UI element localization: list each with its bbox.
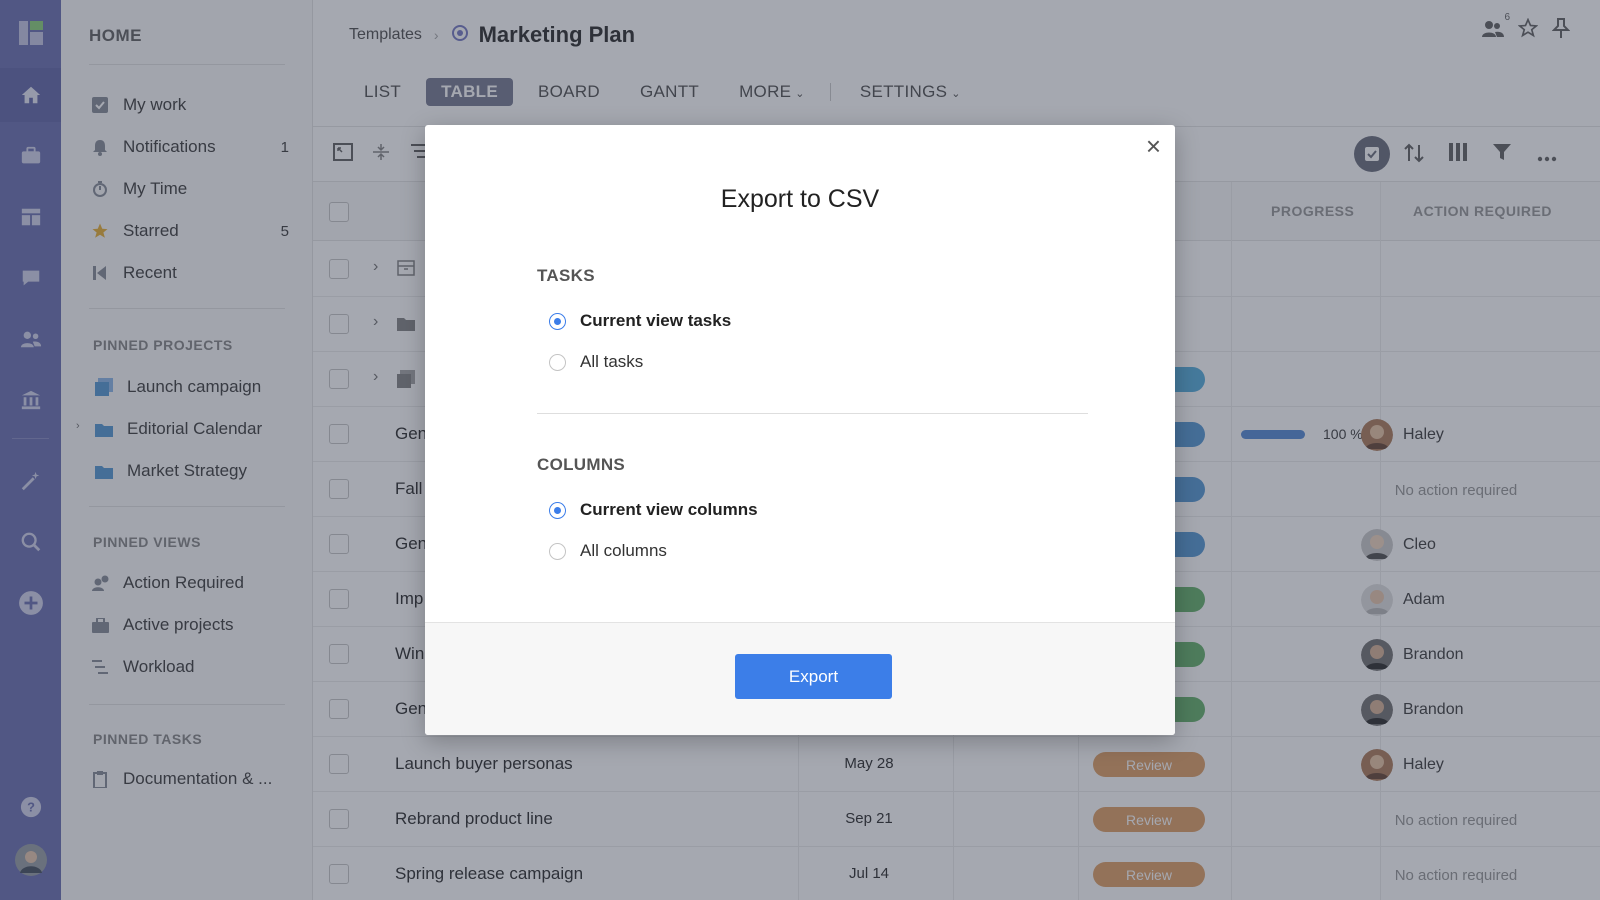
export-button[interactable]: Export	[735, 654, 892, 699]
tasks-section-header: TASKS	[537, 266, 595, 285]
radio-button[interactable]	[549, 353, 566, 371]
radio-button-selected[interactable]	[549, 501, 566, 519]
option-label: All tasks	[580, 352, 644, 371]
option-all-columns[interactable]: All columns	[549, 541, 667, 561]
radio-button[interactable]	[549, 542, 566, 560]
option-label: Current view columns	[580, 500, 758, 519]
close-icon[interactable]: ×	[1146, 133, 1161, 159]
dialog-footer: Export	[425, 622, 1175, 735]
export-csv-dialog: × Export to CSV TASKS Current view tasks…	[425, 125, 1175, 735]
option-current-view-tasks[interactable]: Current view tasks	[549, 311, 731, 331]
columns-section-header: COLUMNS	[537, 455, 626, 474]
option-all-tasks[interactable]: All tasks	[549, 352, 643, 372]
dialog-title: Export to CSV	[720, 185, 880, 213]
option-current-view-columns[interactable]: Current view columns	[549, 500, 758, 520]
dialog-divider	[537, 413, 1088, 414]
radio-button-selected[interactable]	[549, 312, 566, 330]
option-label: All columns	[580, 541, 667, 560]
option-label: Current view tasks	[580, 311, 732, 330]
